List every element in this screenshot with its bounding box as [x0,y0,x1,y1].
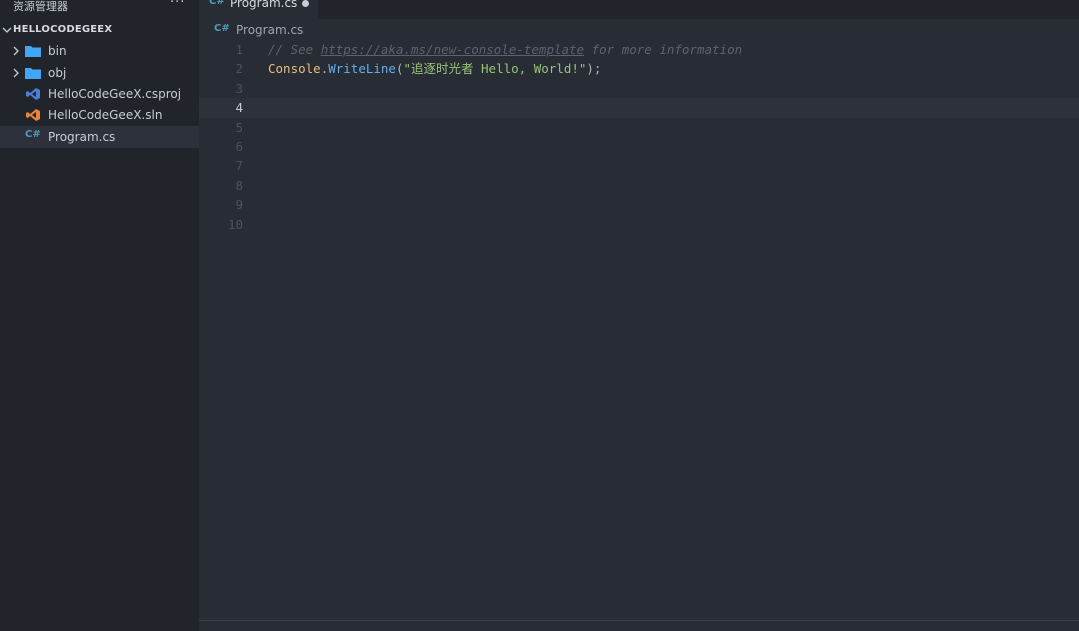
code-text: // See https://aka.ms/new-console-templa… [268,40,742,59]
workspace-folder-name: HELLOCODEGEEX [13,24,113,35]
tree-item-label: bin [48,44,67,58]
comment-suffix: for more information [584,42,743,57]
code-editor[interactable]: 1 // See https://aka.ms/new-console-temp… [199,40,1079,234]
comment-link[interactable]: https://aka.ms/new-console-template [321,42,584,57]
comment-prefix: // See [268,42,321,57]
chevron-right-icon [13,46,19,56]
code-line: 6 [199,137,1079,156]
line-number: 6 [235,138,243,154]
workspace-folder-header[interactable]: HELLOCODEGEEX [0,21,199,39]
line-number: 4 [235,100,243,116]
token-string: "追逐时光者 Hello, World!" [403,61,587,77]
line-number: 8 [235,177,243,193]
breadcrumb-item-file[interactable]: Program.cs [236,23,303,37]
code-line: 7 [199,156,1079,175]
tree-item-bin[interactable]: bin [0,40,199,62]
token-method: WriteLine [328,61,396,77]
csharp-icon: C# [214,23,230,34]
tab-program-cs[interactable]: C# Program.cs [199,0,318,19]
horizontal-scrollbar[interactable] [199,620,1079,631]
code-line: 3 [199,79,1079,98]
tree-item-label: HelloCodeGeeX.sln [48,108,163,122]
tree-item-label: Program.cs [48,130,116,144]
explorer-header: 资源管理器 ··· [0,0,199,13]
more-actions-icon[interactable]: ··· [170,0,185,10]
csharp-icon: C# [209,0,225,7]
line-number: 9 [235,197,243,213]
tree-item-csproj[interactable]: HelloCodeGeeX.csproj [0,83,199,105]
code-line-current: 4 [199,98,1079,118]
code-line: 8 [199,176,1079,195]
visual-studio-icon [26,88,40,100]
tree-item-sln[interactable]: HelloCodeGeeX.sln [0,104,199,126]
folder-icon [25,46,41,57]
tab-bar: C# Program.cs [199,0,1079,19]
code-line: 2 Console.WriteLine("追逐时光者 Hello, World!… [199,59,1079,78]
tree-item-obj[interactable]: obj [0,62,199,84]
unsaved-dot-icon[interactable] [302,0,309,7]
line-number: 7 [235,158,243,174]
chevron-down-icon [2,27,12,33]
explorer-sidebar: 资源管理器 ··· HELLOCODEGEEX bin obj HelloCod… [0,0,199,631]
code-line: 5 [199,118,1079,137]
csharp-icon: C# [25,129,41,140]
token-close: ); [586,61,602,77]
explorer-title: 资源管理器 [13,0,68,13]
editor-area: C# Program.cs C# Program.cs 1 // See htt… [199,0,1079,631]
code-text: Console.WriteLine("追逐时光者 Hello, World!")… [268,59,601,78]
folder-icon [25,68,41,79]
chevron-right-icon [13,68,19,78]
solution-icon [26,109,40,121]
code-line: 9 [199,195,1079,214]
code-line: 1 // See https://aka.ms/new-console-temp… [199,40,1079,59]
token-class: Console [268,61,321,77]
line-number: 3 [235,80,243,96]
tree-item-label: obj [48,66,67,80]
line-number: 2 [235,61,243,77]
tree-item-program-cs[interactable]: C# Program.cs [0,126,199,148]
tab-label: Program.cs [230,0,298,10]
tree-item-label: HelloCodeGeeX.csproj [48,87,182,101]
line-number: 10 [227,216,243,232]
line-number: 1 [235,42,243,57]
code-line: 10 [199,215,1079,234]
line-number: 5 [235,119,243,135]
